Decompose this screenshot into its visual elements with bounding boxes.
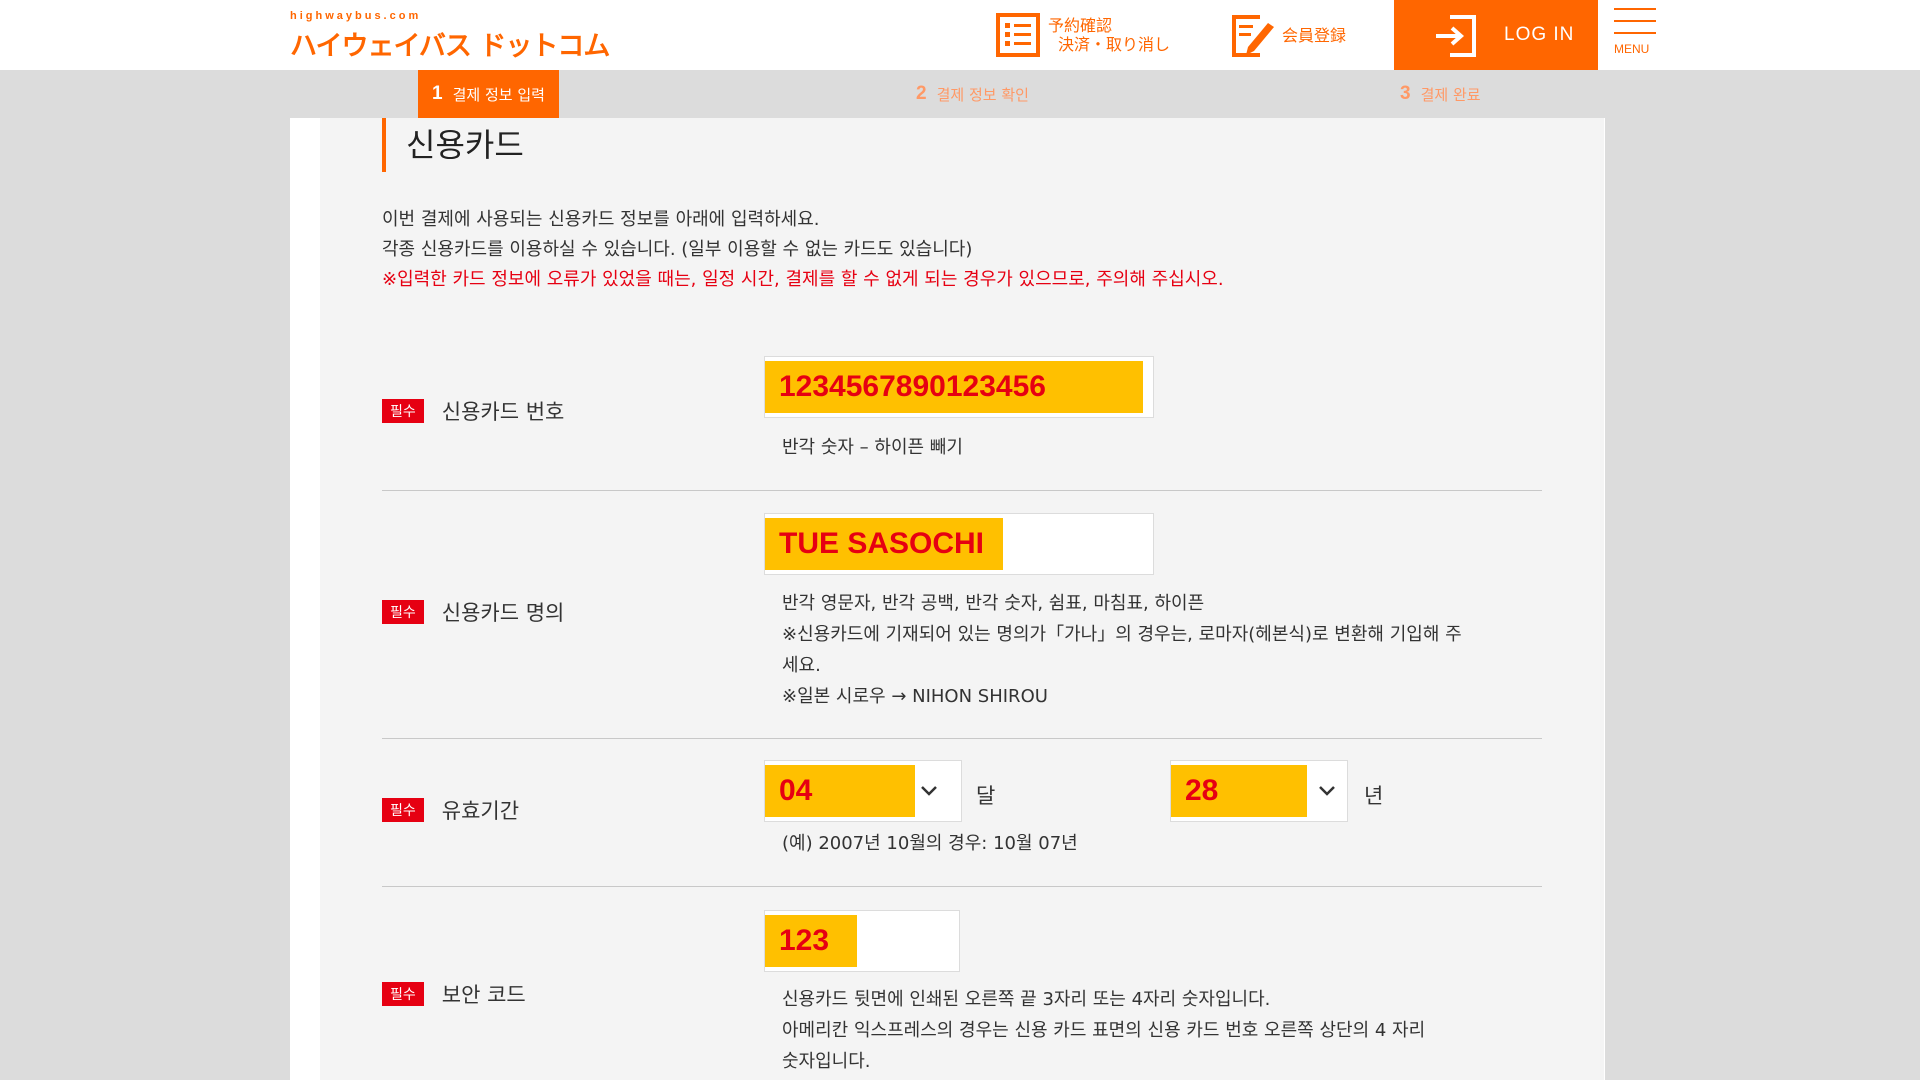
reservation-label: 予約確認 決済・取り消し bbox=[1048, 16, 1170, 54]
expiry-label: 필수 유효기간 bbox=[382, 795, 519, 825]
intro-line-2: 각종 신용카드를 이용하실 수 있습니다. (일부 이용할 수 없는 카드도 있… bbox=[382, 239, 973, 260]
expiry-hint: (예) 2007년 10월의 경우: 10월 07년 bbox=[782, 833, 1078, 854]
card-holder-hint: 반각 영문자, 반각 공백, 반각 숫자, 쉼표, 마침표, 하이픈 ※신용카드… bbox=[782, 588, 1462, 712]
required-badge: 필수 bbox=[382, 982, 424, 1006]
row-divider bbox=[382, 886, 1542, 887]
list-icon bbox=[996, 13, 1040, 57]
row-divider bbox=[382, 738, 1542, 739]
member-register-label: 会員登録 bbox=[1282, 25, 1347, 45]
card-holder-hint-2: ※신용카드에 기재되어 있는 명의가「가나」의 경우는, 로마자(헤본식)로 변… bbox=[782, 624, 1462, 645]
card-number-value: 1234567890123456 bbox=[765, 361, 1143, 413]
site-header: highwaybus.com ハイウェイバス ドットコム 予約確認 決済・取り消… bbox=[0, 0, 1920, 70]
card-holder-input[interactable]: TUE SASOCHI bbox=[764, 513, 1154, 575]
step-label: 결제 정보 입력 bbox=[452, 85, 545, 104]
warning-text: ※입력한 카드 정보에 오류가 있었을 때는, 일정 시간, 결제를 할 수 없… bbox=[382, 269, 1224, 290]
reservation-check-link[interactable]: 予約確認 決済・取り消し bbox=[996, 0, 1170, 70]
card-holder-value: TUE SASOCHI bbox=[765, 518, 1003, 570]
security-code-input[interactable]: 123 bbox=[764, 910, 960, 972]
expiry-month-unit: 달 bbox=[976, 784, 996, 808]
expiry-month-select[interactable]: 04 bbox=[764, 760, 962, 822]
chevron-down-icon bbox=[1307, 761, 1347, 821]
card-number-label: 필수 신용카드 번호 bbox=[382, 396, 564, 426]
menu-bar-icon bbox=[1614, 20, 1656, 22]
expiry-year-select[interactable]: 28 bbox=[1170, 760, 1348, 822]
card-holder-hint-4: ※일본 시로우 → NIHON SHIROU bbox=[782, 686, 1048, 707]
required-badge: 필수 bbox=[382, 600, 424, 624]
step-label: 결제 완료 bbox=[1420, 85, 1481, 104]
card-number-input[interactable]: 1234567890123456 bbox=[764, 356, 1154, 418]
security-code-hint-2: 아메리칸 익스프레스의 경우는 신용 카드 표면의 신용 카드 번호 오른쪽 상… bbox=[782, 1020, 1426, 1041]
intro-text: 이번 결제에 사용되는 신용카드 정보를 아래에 입력하세요. 각종 신용카드를… bbox=[382, 205, 1224, 295]
menu-label: MENU bbox=[1614, 42, 1650, 56]
login-label: LOG IN bbox=[1504, 24, 1575, 45]
row-divider bbox=[382, 490, 1542, 491]
step-number: 3 bbox=[1400, 83, 1411, 104]
step-3: 3 결제 완료 bbox=[1400, 70, 1481, 118]
expiry-year-unit: 년 bbox=[1364, 784, 1384, 808]
security-code-value: 123 bbox=[765, 915, 857, 967]
card-holder-label: 필수 신용카드 명의 bbox=[382, 597, 564, 627]
logo-url-text: highwaybus.com bbox=[290, 10, 422, 22]
menu-bar-icon bbox=[1614, 8, 1656, 10]
security-code-hint-3: 숫자입니다. bbox=[782, 1051, 871, 1072]
reservation-label-line1: 予約確認 bbox=[1048, 16, 1113, 35]
step-1-active: 1 결제 정보 입력 bbox=[418, 70, 559, 128]
step-number: 2 bbox=[916, 83, 927, 104]
security-code-hint-1: 신용카드 뒷면에 인쇄된 오른쪽 끝 3자리 또는 4자리 숫자입니다. bbox=[782, 989, 1271, 1010]
card-holder-hint-1: 반각 영문자, 반각 공백, 반각 숫자, 쉼표, 마침표, 하이픈 bbox=[782, 593, 1205, 614]
security-code-label-text: 보안 코드 bbox=[441, 983, 526, 1007]
card-holder-hint-3: 세요. bbox=[782, 655, 821, 676]
security-code-hint: 신용카드 뒷면에 인쇄된 오른쪽 끝 3자리 또는 4자리 숫자입니다. 아메리… bbox=[782, 984, 1425, 1077]
chevron-down-icon bbox=[897, 761, 961, 821]
card-number-hint: 반각 숫자 – 하이픈 빼기 bbox=[782, 437, 963, 458]
required-badge: 필수 bbox=[382, 798, 424, 822]
step-number: 1 bbox=[432, 83, 443, 104]
required-badge: 필수 bbox=[382, 399, 424, 423]
card-holder-label-text: 신용카드 명의 bbox=[441, 601, 565, 625]
login-button[interactable]: LOG IN bbox=[1394, 0, 1598, 70]
section-title: 신용카드 bbox=[382, 118, 524, 172]
intro-line-1: 이번 결제에 사용되는 신용카드 정보를 아래에 입력하세요. bbox=[382, 209, 820, 230]
step-2: 2 결제 정보 확인 bbox=[916, 70, 1029, 118]
site-logo[interactable]: highwaybus.com ハイウェイバス ドットコム bbox=[290, 10, 610, 63]
login-door-icon bbox=[1434, 13, 1478, 57]
progress-steps: 1 결제 정보 입력 2 결제 정보 확인 3 결제 완료 bbox=[0, 70, 1920, 128]
register-edit-icon bbox=[1230, 13, 1274, 57]
menu-bar-icon bbox=[1614, 32, 1656, 34]
expiry-year-value: 28 bbox=[1171, 765, 1307, 817]
member-register-link[interactable]: 会員登録 bbox=[1230, 0, 1346, 70]
card-number-label-text: 신용카드 번호 bbox=[441, 400, 565, 424]
reservation-label-line2: 決済・取り消し bbox=[1058, 35, 1171, 54]
expiry-month-value: 04 bbox=[765, 765, 915, 817]
expiry-label-text: 유효기간 bbox=[441, 799, 520, 823]
logo-title: ハイウェイバス ドットコム bbox=[290, 31, 610, 62]
step-label: 결제 정보 확인 bbox=[936, 85, 1029, 104]
security-code-label: 필수 보안 코드 bbox=[382, 979, 526, 1009]
hamburger-menu-button[interactable]: MENU bbox=[1614, 8, 1656, 64]
